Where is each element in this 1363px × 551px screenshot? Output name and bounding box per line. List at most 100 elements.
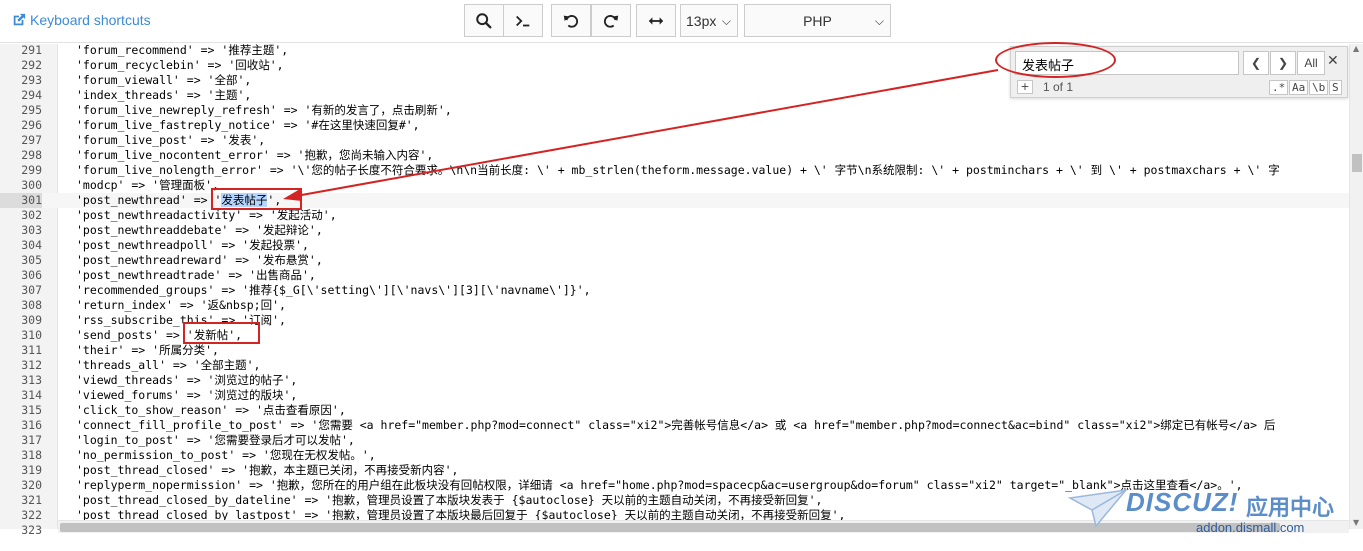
line-number: 311 bbox=[21, 343, 42, 357]
line-number: 298 bbox=[21, 148, 42, 162]
search-button[interactable] bbox=[464, 4, 504, 37]
annotation-box-send-posts bbox=[183, 322, 260, 344]
code-line[interactable]: 305 'post_newthreadreward' => '发布悬赏', bbox=[0, 253, 1349, 268]
code-line[interactable]: 311 'their' => '所属分类', bbox=[0, 343, 1349, 358]
annotation-box-post-newthread bbox=[211, 188, 302, 210]
code-line[interactable]: 307 'recommended_groups' => '推荐{$_G[\'set… bbox=[0, 283, 1349, 298]
find-next-button[interactable]: ❯ bbox=[1270, 51, 1296, 75]
language-select[interactable]: PHP ⌵ bbox=[744, 4, 891, 37]
code-text: 'click_to_show_reason' => '点击查看原因', bbox=[76, 403, 346, 417]
code-line[interactable]: 295 'forum_live_newreply_refresh' => '有新的… bbox=[0, 103, 1349, 118]
code-line[interactable]: 319 'post_thread_closed' => '抱歉，本主题已关闭，不再… bbox=[0, 463, 1349, 478]
line-number: 321 bbox=[21, 493, 42, 507]
undo-button[interactable] bbox=[551, 4, 591, 37]
code-line[interactable]: 315 'click_to_show_reason' => '点击查看原因', bbox=[0, 403, 1349, 418]
line-number: 300 bbox=[21, 178, 42, 192]
discuz-watermark: DISCUZ! 应用中心 addon.dismall.com bbox=[1068, 484, 1348, 544]
chevron-right-icon: ❯ bbox=[1277, 56, 1289, 70]
code-line[interactable]: 317 'login_to_post' => '您需要登录后才可以发帖', bbox=[0, 433, 1349, 448]
annotation-ellipse-search bbox=[995, 42, 1116, 78]
chevron-down-icon: ⌵ bbox=[874, 14, 884, 28]
font-size-select[interactable]: 13px ⌵ bbox=[680, 4, 738, 37]
code-text: 'index_threads' => '主题', bbox=[76, 88, 252, 102]
keyboard-shortcuts-label: Keyboard shortcuts bbox=[30, 12, 151, 28]
redo-button[interactable] bbox=[591, 4, 631, 37]
line-number: 309 bbox=[21, 313, 42, 327]
line-number: 319 bbox=[21, 463, 42, 477]
line-number: 318 bbox=[21, 448, 42, 462]
code-line[interactable]: 306 'post_newthreadtrade' => '出售商品', bbox=[0, 268, 1349, 283]
line-number: 302 bbox=[21, 208, 42, 222]
code-text: 'recommended_groups' => '推荐{$_G[\'settin… bbox=[76, 283, 591, 297]
line-number: 320 bbox=[21, 478, 42, 492]
line-number: 315 bbox=[21, 403, 42, 417]
code-editor[interactable]: 291 'forum_recommend' => '推荐主题', 292 'forum… bbox=[0, 44, 1363, 551]
code-text: 'modcp' => '管理面板', bbox=[76, 178, 219, 192]
code-line[interactable]: 318 'no_permission_to_post' => '您现在无权发帖。'… bbox=[0, 448, 1349, 463]
line-number: 313 bbox=[21, 373, 42, 387]
line-number: 312 bbox=[21, 358, 42, 372]
whole-word-toggle[interactable]: \b bbox=[1309, 80, 1329, 95]
code-line[interactable]: 308 'return_index' => '返&nbsp;回', bbox=[0, 298, 1349, 313]
line-number: 310 bbox=[21, 328, 42, 342]
code-text: 'post_thread_closed' => '抱歉，本主题已关闭，不再接受新… bbox=[76, 463, 459, 477]
close-icon[interactable]: ✕ bbox=[1327, 53, 1339, 69]
code-text: 'forum_recyclebin' => '回收站', bbox=[76, 58, 284, 72]
vertical-scrollbar[interactable]: ▲ ▼ bbox=[1349, 44, 1363, 529]
code-text: 'forum_live_fastreply_notice' => '#在这里快速… bbox=[76, 118, 420, 132]
vertical-scroll-thumb[interactable] bbox=[1352, 154, 1362, 172]
code-text: 'forum_live_newreply_refresh' => '有新的发言了… bbox=[76, 103, 452, 117]
line-number: 294 bbox=[21, 88, 42, 102]
code-line[interactable]: 301'post_newthread' => '发表帖子', bbox=[0, 193, 1349, 208]
line-number: 308 bbox=[21, 298, 42, 312]
in-selection-toggle[interactable]: S bbox=[1329, 80, 1342, 95]
code-text: 'post_newthreadtrade' => '出售商品', bbox=[76, 268, 316, 282]
paper-plane-icon bbox=[1068, 488, 1128, 528]
line-number: 307 bbox=[21, 283, 42, 297]
code-line[interactable]: 316 'connect_fill_profile_to_post' => '您需… bbox=[0, 418, 1349, 433]
code-text: 'login_to_post' => '您需要登录后才可以发帖', bbox=[76, 433, 355, 447]
code-line[interactable]: 312 'threads_all' => '全部主题', bbox=[0, 358, 1349, 373]
font-size-value: 13px bbox=[686, 12, 717, 29]
case-sensitive-toggle[interactable]: Aa bbox=[1289, 80, 1309, 95]
code-line[interactable]: 302 'post_newthreadactivity' => '发起活动', bbox=[0, 208, 1349, 223]
code-line[interactable]: 296 'forum_live_fastreply_notice' => '#在这… bbox=[0, 118, 1349, 133]
code-line[interactable]: 300 'modcp' => '管理面板', bbox=[0, 178, 1349, 193]
code-text: 'forum_viewall' => '全部', bbox=[76, 73, 252, 87]
find-all-button[interactable]: All bbox=[1297, 51, 1325, 75]
wrap-toggle-button[interactable] bbox=[636, 4, 676, 37]
keyboard-shortcuts-link[interactable]: Keyboard shortcuts bbox=[12, 12, 151, 28]
redo-icon bbox=[604, 14, 619, 28]
regex-toggle[interactable]: .* bbox=[1269, 80, 1289, 95]
code-line[interactable]: 313 'viewd_threads' => '浏览过的帖子', bbox=[0, 373, 1349, 388]
app-center-text: 应用中心 bbox=[1246, 496, 1335, 521]
code-line[interactable]: 304 'post_newthreadpoll' => '发起投票', bbox=[0, 238, 1349, 253]
code-line[interactable]: 297 'forum_live_post' => '发表', bbox=[0, 133, 1349, 148]
line-number: 323 bbox=[21, 523, 42, 537]
line-number: 299 bbox=[21, 163, 42, 177]
code-line[interactable]: 298 'forum_live_nocontent_error' => '抱歉，您… bbox=[0, 148, 1349, 163]
scroll-down-icon[interactable]: ▼ bbox=[1353, 518, 1359, 527]
terminal-icon bbox=[516, 15, 530, 26]
code-line[interactable]: 303 'post_newthreaddebate' => '发起辩论', bbox=[0, 223, 1349, 238]
code-text: 'viewd_threads' => '浏览过的帖子', bbox=[76, 373, 298, 387]
discuz-logo-text: DISCUZ! bbox=[1126, 487, 1239, 517]
code-text: 'post_thread_closed_by_dateline' => '抱歉，… bbox=[76, 493, 823, 507]
code-line[interactable]: 314 'viewed_forums' => '浏览过的版块', bbox=[0, 388, 1349, 403]
code-text: 'forum_live_post' => '发表', bbox=[76, 133, 266, 147]
line-number: 306 bbox=[21, 268, 42, 282]
code-line[interactable]: 299 'forum_live_nolength_error' => '\'您的帖… bbox=[0, 163, 1349, 178]
code-text: 'forum_live_nolength_error' => '\'您的帖子长度… bbox=[76, 163, 1280, 177]
find-previous-button[interactable]: ❮ bbox=[1243, 51, 1269, 75]
line-number: 304 bbox=[21, 238, 42, 252]
line-number: 303 bbox=[21, 223, 42, 237]
code-text: 'their' => '所属分类', bbox=[76, 343, 219, 357]
chevron-down-icon: ⌵ bbox=[721, 14, 731, 28]
toggle-replace-button[interactable]: + bbox=[1017, 80, 1033, 94]
scroll-up-icon[interactable]: ▲ bbox=[1353, 44, 1359, 53]
code-text: 'post_newthreaddebate' => '发起辩论', bbox=[76, 223, 323, 237]
terminal-button[interactable] bbox=[503, 4, 543, 37]
line-number: 314 bbox=[21, 388, 42, 402]
editor-toolbar: Keyboard shortcuts 13px ⌵ PHP ⌵ bbox=[0, 0, 1363, 43]
code-text: 'post_newthreadreward' => '发布悬赏', bbox=[76, 253, 323, 267]
